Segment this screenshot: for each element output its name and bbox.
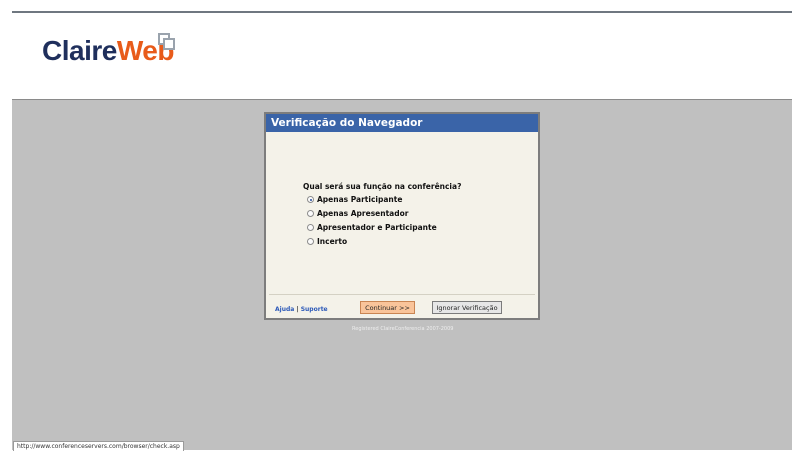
radio-icon[interactable] bbox=[307, 210, 314, 217]
option-label: Apenas Apresentador bbox=[317, 209, 409, 218]
claireweb-logo[interactable]: ClaireWeb bbox=[42, 35, 174, 67]
option-apenas-apresentador[interactable]: Apenas Apresentador bbox=[307, 209, 408, 218]
role-question: Qual será sua função na conferência? bbox=[303, 182, 462, 191]
help-links: Ajuda | Suporte bbox=[275, 306, 328, 313]
radio-icon[interactable] bbox=[307, 238, 314, 245]
logo-text-claire: Claire bbox=[42, 35, 117, 66]
browser-check-dialog: Verificação do Navegador Qual será sua f… bbox=[264, 112, 540, 320]
left-margin bbox=[0, 0, 12, 450]
radio-selected-icon[interactable] bbox=[307, 196, 314, 203]
option-label: Apresentador e Participante bbox=[317, 223, 437, 232]
copyright-text: Registered ClaireConferencia 2007-2009 bbox=[352, 326, 454, 332]
option-apenas-participante[interactable]: Apenas Participante bbox=[307, 195, 402, 204]
option-label: Apenas Participante bbox=[317, 195, 403, 204]
overlapping-squares-icon bbox=[158, 33, 175, 50]
support-link[interactable]: Suporte bbox=[301, 306, 328, 313]
site-header: ClaireWeb bbox=[12, 13, 792, 100]
skip-check-button[interactable]: Ignorar Verificação bbox=[432, 301, 502, 314]
continue-button[interactable]: Continuar >> bbox=[360, 301, 415, 314]
footer-divider bbox=[269, 294, 535, 295]
help-link[interactable]: Ajuda bbox=[275, 306, 294, 313]
radio-icon[interactable] bbox=[307, 224, 314, 231]
option-label: Incerto bbox=[317, 237, 348, 246]
dialog-title: Verificação do Navegador bbox=[266, 114, 538, 132]
option-apresentador-e-participante[interactable]: Apresentador e Participante bbox=[307, 223, 437, 232]
option-incerto[interactable]: Incerto bbox=[307, 237, 347, 246]
link-separator: | bbox=[296, 306, 299, 313]
